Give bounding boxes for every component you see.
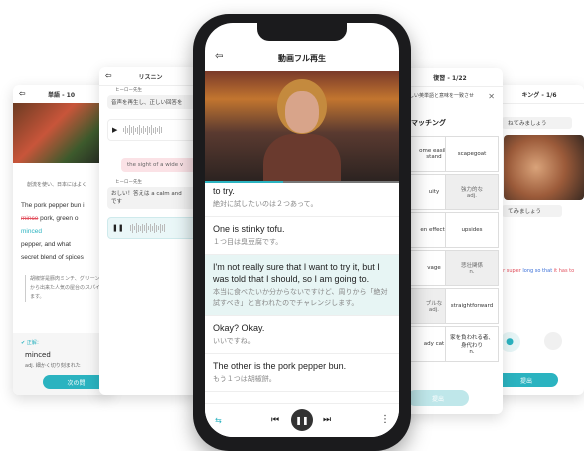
feedback-bubble: おしい！答えは a calm and です <box>107 187 202 209</box>
review-card: 復習 - 1/22 しい英単語と意味を一致させ ✕ マッチング ome easi… <box>397 68 503 414</box>
close-icon[interactable]: ✕ <box>488 92 495 101</box>
transcript-line[interactable]: Okay? Okay. いいですね。 <box>205 316 399 354</box>
secondary-control[interactable] <box>544 332 562 350</box>
matching-cell[interactable]: 悲壮関係 n. <box>445 250 499 286</box>
check-icon: ✔ <box>21 340 26 346</box>
pause-button[interactable]: ❚❚ <box>291 409 313 431</box>
exit-icon[interactable]: ⇦ <box>19 89 26 98</box>
word-sentence: The pork pepper bun i mince pork, green … <box>21 199 109 264</box>
listening-card: ⇦ リスニン ヒーロー先生 音声を再生し、正しい回答を ▶ the sight … <box>99 67 202 395</box>
word-card-title: 単語 - 10 <box>47 91 76 99</box>
matching-cell[interactable]: upsides <box>445 212 499 248</box>
next-icon[interactable]: ⏭ <box>323 415 331 425</box>
audio-player: ▶ <box>107 119 202 141</box>
matching-cell[interactable]: 家を負われる者、 身代わり n. <box>445 326 499 362</box>
speaking-card: キング - 1/6 ねてみましょう てみましょう er super long s… <box>494 85 584 395</box>
blank-answer-correct: minced <box>21 228 42 235</box>
microphone-icon: ● <box>506 337 514 347</box>
translation-box: 胡椒饼是豚肉ミンチ、グリーン から出来た人気の屋台のスパイ ます。 <box>25 275 110 302</box>
matching-section-title: マッチング <box>411 119 446 127</box>
hero-tag: ヒーロー先生 <box>115 180 142 185</box>
review-instruction: しい英単語と意味を一致させ <box>409 93 475 99</box>
transcript-list: to try. 絶対に試したいのは２つあって。 One is stinky tofu… <box>205 183 399 405</box>
listening-card-header: ⇦ リスニン <box>99 67 202 86</box>
speaking-card-header: キング - 1/6 <box>494 85 584 104</box>
matching-cell[interactable]: 強力的な adj. <box>445 174 499 210</box>
play-icon[interactable]: ▶ <box>112 126 117 134</box>
transcript-english: One is stinky tofu. <box>213 224 285 234</box>
answer-panel: ✔ 正解： minced adj. 細かく切り刻まれた 次の問 <box>13 333 110 395</box>
answer-word: minced <box>25 351 51 359</box>
prompt-chip: ねてみましょう <box>502 117 572 129</box>
video-header: ⇦ 動画フル再生 <box>205 47 399 69</box>
video-presenter <box>263 79 341 183</box>
speaking-card-title: キング - 1/6 <box>521 91 557 99</box>
prompt-bubble: 音声を再生し、正しい回答を <box>107 95 202 109</box>
audio-waveform[interactable] <box>129 223 165 233</box>
review-card-header: 復習 - 1/22 <box>397 68 503 87</box>
speech-result: er super long so that it has to <box>500 268 575 274</box>
review-card-title: 復習 - 1/22 <box>433 74 467 82</box>
matching-cell[interactable]: straightforward <box>445 288 499 324</box>
matching-cell[interactable]: scapegoat <box>445 136 499 172</box>
answer-chip: the sight of a wide v <box>121 158 202 172</box>
previous-icon[interactable]: ⏮ <box>271 415 279 425</box>
speaking-submit-button[interactable]: 提出 <box>494 373 558 387</box>
phone-notch <box>257 23 347 41</box>
subtitle-toggle-icon[interactable]: ⇆ <box>215 416 222 425</box>
pause-icon[interactable]: ❚❚ <box>112 224 124 232</box>
transcript-english: to try. <box>213 186 235 196</box>
word-card: ⇦ 単語 - 10 創流を使い、日本にはよく The pork pepper b… <box>13 85 110 395</box>
video-title: 動画フル再生 <box>278 53 326 63</box>
transcript-line[interactable]: One is stinky tofu. １つ目は臭豆腐です。 <box>205 217 399 255</box>
video-player[interactable] <box>205 71 399 183</box>
transcript-japanese: 本当に食べたいか分からないですけど、周りから「絶対試すべき」と言われたのでチャレ… <box>213 288 388 307</box>
audio-waveform[interactable] <box>123 125 163 135</box>
exit-icon[interactable]: ⇦ <box>105 71 112 80</box>
blank-answer-wrong: mince <box>21 215 39 222</box>
transcript-japanese: １つ目は臭豆腐です。 <box>213 238 283 246</box>
exit-icon[interactable]: ⇦ <box>215 51 223 62</box>
audio-player-playing: ❚❚ <box>107 217 202 239</box>
prompt-chip: てみましょう <box>502 205 562 217</box>
food-photo <box>13 103 110 163</box>
food-photo <box>504 135 584 200</box>
answer-note: adj. 細かく切り刻まれた <box>25 363 81 369</box>
transcript-line[interactable]: The other is the pork pepper bun. もう１つは胡椒… <box>205 354 399 392</box>
transcript-japanese: 絶対に試したいのは２つあって。 <box>213 200 318 208</box>
hero-tag: ヒーロー先生 <box>115 88 142 93</box>
transcript-english: The other is the pork pepper bun. <box>213 361 347 371</box>
transcript-english: Okay? Okay. <box>213 323 265 333</box>
word-card-header: ⇦ 単語 - 10 <box>13 85 110 104</box>
transcript-line[interactable]: I'm not really sure that I want to try i… <box>205 255 399 316</box>
transcript-line[interactable]: to try. 絶対に試したいのは２つあって。 <box>205 183 399 217</box>
more-icon[interactable]: ⋮ <box>380 414 390 425</box>
transcript-japanese: いいですね。 <box>213 337 255 345</box>
listening-card-title: リスニン <box>138 73 163 81</box>
transcript-japanese: もう１つは胡椒餅。 <box>213 375 276 383</box>
mic-button[interactable]: ● <box>500 332 520 352</box>
review-submit-button[interactable]: 提出 <box>407 390 469 406</box>
phone-screen: ⇦ 動画フル再生 to try. 絶対に試したいのは２つあって。 One is st… <box>205 23 399 437</box>
word-context-text: 創流を使い、日本にはよく <box>27 182 88 188</box>
player-controls: ⇆ ⏮ ❚❚ ⏭ ⋮ <box>205 403 399 437</box>
transcript-english: I'm not really sure that I want to try i… <box>213 262 380 284</box>
